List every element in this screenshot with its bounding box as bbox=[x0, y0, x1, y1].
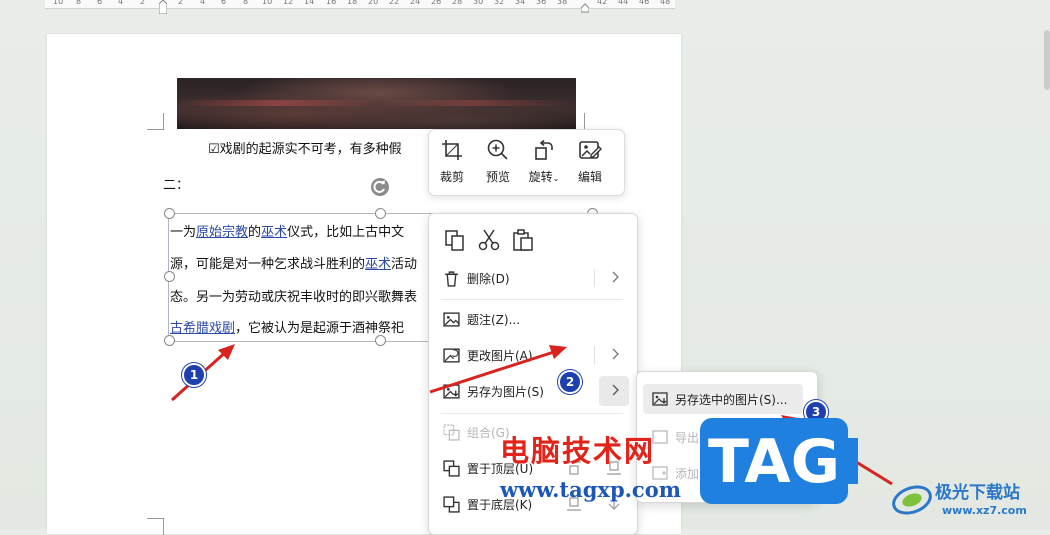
jiguang-name: 极光下载站 bbox=[935, 483, 1020, 503]
tag-logo: TAG bbox=[700, 418, 858, 504]
step-badge-1: 1 bbox=[182, 363, 206, 387]
jiguang-logo: 极光下载站 www.xz7.com bbox=[890, 474, 1045, 526]
step-badge-2: 2 bbox=[558, 370, 582, 394]
jiguang-url: www.xz7.com bbox=[942, 504, 1027, 517]
jiguang-logo-icon bbox=[892, 485, 932, 515]
watermark-cn-text: 电脑技术网 bbox=[500, 434, 656, 468]
watermark-url: www.tagxp.com bbox=[500, 477, 681, 502]
